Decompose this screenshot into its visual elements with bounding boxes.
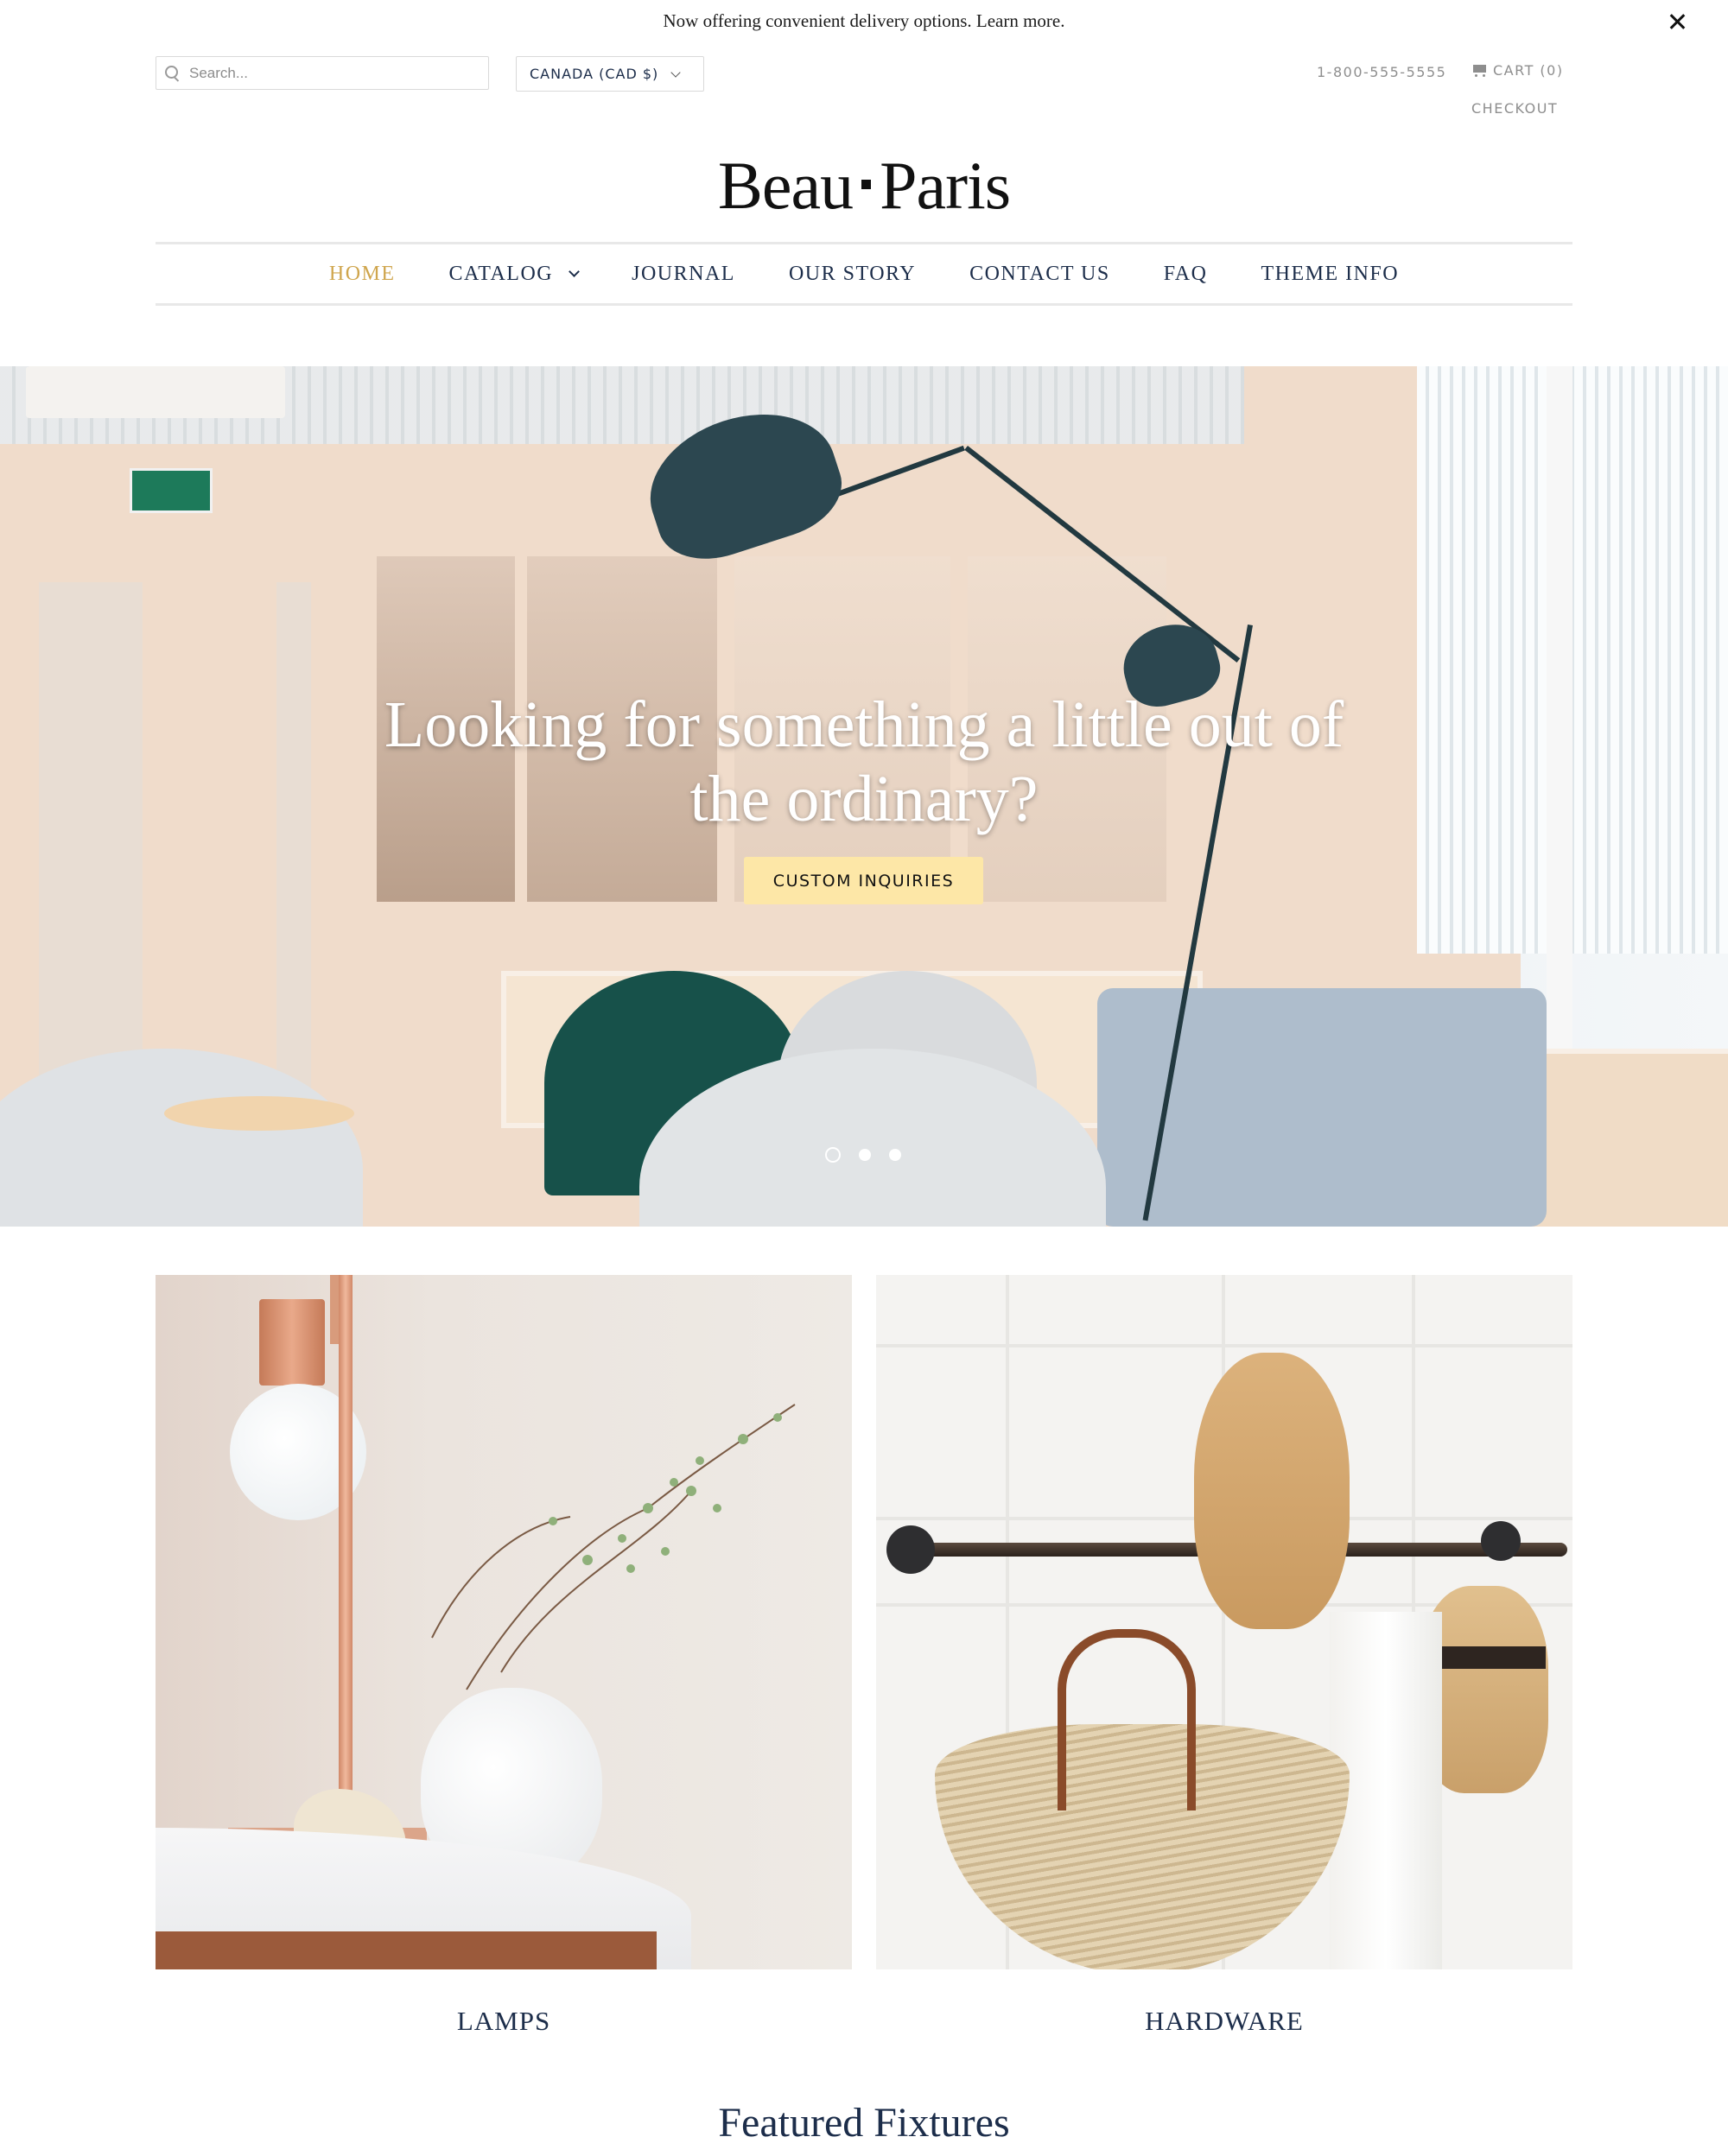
hero-title-line: the ordinary? — [689, 763, 1039, 835]
slide-dot-2[interactable] — [859, 1149, 871, 1161]
category-card-hardware[interactable] — [876, 1275, 1572, 1969]
site-logo[interactable]: Beau Paris — [0, 147, 1728, 225]
nav-item-label: HOME — [328, 263, 396, 285]
cart-link[interactable]: CART (0) — [1471, 62, 1564, 79]
cart-label: CART (0) — [1493, 62, 1564, 79]
nav-item-label: CONTACT US — [969, 263, 1110, 285]
logo-separator — [861, 180, 872, 189]
cart-icon — [1471, 63, 1488, 79]
nav-item-label: FAQ — [1163, 263, 1208, 285]
nav-item-home[interactable]: HOME — [329, 263, 396, 286]
rail-bracket-left — [886, 1525, 935, 1574]
nav-item-label: OUR STORY — [788, 263, 917, 285]
nav-item-our-story[interactable]: OUR STORY — [789, 263, 916, 286]
search-input[interactable] — [189, 60, 488, 86]
nav-item-theme-info[interactable]: THEME INFO — [1261, 263, 1399, 286]
phone-number[interactable]: 1-800-555-5555 — [1317, 64, 1446, 80]
nav-divider-bottom — [156, 303, 1572, 306]
slide-dot-1[interactable] — [825, 1147, 841, 1163]
table-base — [156, 1931, 657, 1969]
hero-title: Looking for something a little out of th… — [0, 688, 1728, 836]
basket-handle — [1058, 1629, 1196, 1810]
hero-title-line: Looking for something a little out of — [384, 688, 1344, 761]
nav-item-catalog[interactable]: CATALOG — [448, 263, 580, 286]
lamp-socket — [259, 1299, 325, 1386]
featured-section-title: Featured Fixtures — [718, 2100, 1010, 2146]
category-card-lamps[interactable] — [156, 1275, 852, 1969]
hat-band — [1429, 1646, 1546, 1669]
main-nav: HOME CATALOG JOURNAL OUR STORY CONTACT U… — [156, 244, 1572, 304]
announcement-bar[interactable]: Now offering convenient delivery options… — [0, 10, 1728, 32]
nav-item-label: JOURNAL — [632, 263, 735, 285]
checkout-link[interactable]: CHECKOUT — [1471, 100, 1558, 117]
chevron-down-icon — [670, 67, 681, 78]
nav-item-faq[interactable]: FAQ — [1164, 263, 1208, 286]
logo-text-left: Beau — [717, 148, 854, 223]
currency-selected-value: CANADA (CAD $) — [530, 66, 659, 82]
category-label-lamps[interactable]: LAMPS — [156, 2006, 852, 2037]
nav-item-journal[interactable]: JOURNAL — [632, 263, 735, 286]
chevron-down-icon — [569, 266, 580, 277]
logo-text-right: Paris — [880, 148, 1011, 223]
slideshow-dots — [825, 1147, 919, 1163]
nav-item-label: CATALOG — [448, 263, 554, 285]
air-conditioner — [26, 366, 285, 418]
category-label-hardware[interactable]: HARDWARE — [876, 2006, 1572, 2037]
nav-item-label: THEME INFO — [1261, 263, 1400, 285]
plant-branches — [431, 1404, 796, 1690]
window — [1417, 366, 1728, 954]
custom-inquiries-button[interactable]: CUSTOM INQUIRIES — [744, 857, 983, 904]
side-table — [164, 1096, 354, 1131]
cowboy-hat — [1194, 1353, 1350, 1629]
hero-slideshow[interactable]: Looking for something a little out of th… — [0, 366, 1728, 1227]
door-glass — [276, 582, 311, 1100]
nav-item-contact-us[interactable]: CONTACT US — [969, 263, 1110, 286]
search-icon — [165, 65, 181, 81]
exit-sign — [130, 468, 213, 513]
door-glass — [39, 582, 143, 1100]
search-box[interactable] — [156, 56, 489, 90]
close-icon[interactable] — [1662, 7, 1692, 36]
currency-select[interactable]: CANADA (CAD $) — [516, 56, 704, 92]
slide-dot-3[interactable] — [889, 1149, 901, 1161]
rail-bracket-right — [1481, 1521, 1521, 1561]
lamp-pole — [339, 1275, 353, 1810]
